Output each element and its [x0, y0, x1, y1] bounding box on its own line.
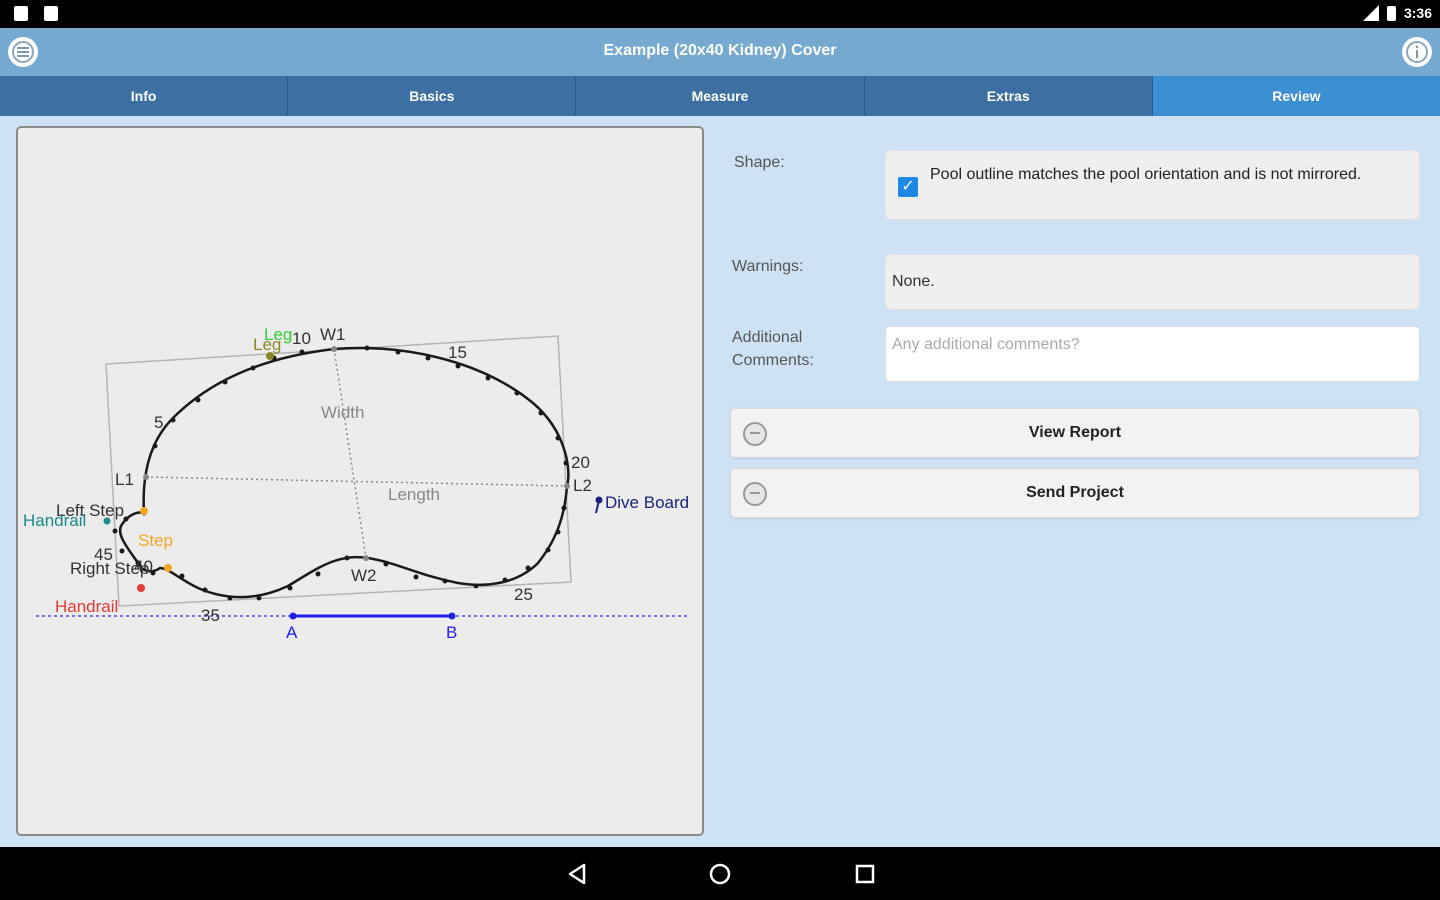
outline-vertices	[112, 345, 570, 601]
label-25: 25	[514, 585, 533, 604]
info-button[interactable]	[1402, 37, 1432, 67]
length-guide-line	[145, 476, 568, 487]
status-bar: 3:36	[0, 0, 1440, 28]
android-icon	[44, 6, 58, 21]
shape-field: ✓ Pool outline matches the pool orientat…	[885, 150, 1420, 220]
warnings-field: None.	[885, 254, 1420, 310]
view-report-button[interactable]: View Report	[730, 408, 1420, 458]
label-step: Step	[138, 531, 173, 550]
status-right: 3:36	[1362, 5, 1432, 21]
battery-icon	[1386, 5, 1396, 21]
send-project-button[interactable]: Send Project	[730, 468, 1420, 518]
shape-checkbox-text: Pool outline matches the pool orientatio…	[930, 166, 1362, 183]
label-handrail-bottom: Handrail	[55, 597, 118, 616]
label-w2: W2	[351, 566, 377, 585]
label-15: 15	[448, 343, 467, 362]
clipboard-icon	[14, 6, 28, 21]
tab-review[interactable]: Review	[1152, 76, 1440, 116]
back-icon[interactable]	[564, 861, 590, 887]
right-step-marker[interactable]	[164, 564, 172, 572]
info-icon	[1406, 41, 1428, 63]
label-20: 20	[571, 453, 590, 472]
bounding-rectangle	[105, 335, 572, 607]
label-l2: L2	[573, 476, 592, 495]
pool-outline	[118, 346, 570, 599]
send-project-label: Send Project	[1026, 484, 1124, 501]
point-b[interactable]	[448, 612, 456, 620]
home-icon[interactable]	[707, 861, 733, 887]
signal-icon	[1362, 5, 1379, 21]
tab-basics[interactable]: Basics	[288, 76, 577, 116]
warnings-label: Warnings:	[732, 258, 804, 275]
comments-label-line2: Comments:	[732, 352, 814, 369]
recents-icon[interactable]	[852, 861, 878, 887]
content-area: Leg Leg 10 W1 15 5 Width 20 L1 L2 Length…	[0, 116, 1440, 847]
point-a[interactable]	[289, 612, 297, 620]
label-l1: L1	[115, 470, 134, 489]
guide-endpoints	[143, 346, 570, 561]
tab-extras[interactable]: Extras	[864, 76, 1153, 116]
notification-icons	[14, 6, 58, 21]
pool-diagram-svg: Leg Leg 10 W1 15 5 Width 20 L1 L2 Length…	[23, 325, 690, 642]
width-guide-line	[333, 348, 367, 559]
shape-checkbox[interactable]: ✓	[898, 177, 918, 197]
shape-label: Shape:	[734, 154, 785, 171]
title-bar: Example (20x40 Kidney) Cover	[0, 28, 1440, 76]
clock: 3:36	[1403, 5, 1432, 21]
comments-label-line1: Additional	[732, 329, 803, 346]
nav-bar	[0, 847, 1440, 900]
tab-info[interactable]: Info	[0, 76, 289, 116]
label-35: 35	[201, 606, 220, 625]
pool-diagram[interactable]: Leg Leg 10 W1 15 5 Width 20 L1 L2 Length…	[16, 126, 704, 836]
label-dive-board: Dive Board	[605, 493, 689, 512]
label-b: B	[446, 623, 457, 642]
tab-bar: Info Basics Measure Extras Review	[0, 76, 1440, 116]
left-step-marker[interactable]	[140, 507, 148, 515]
label-leg-olive: Leg	[253, 335, 281, 354]
label-handrail-left: Handrail	[23, 511, 86, 530]
label-w1: W1	[320, 325, 346, 344]
label-a: A	[286, 623, 298, 642]
comments-input[interactable]	[885, 326, 1420, 382]
label-40: 40	[134, 557, 153, 576]
label-length: Length	[388, 485, 440, 504]
page-title: Example (20x40 Kidney) Cover	[603, 42, 837, 59]
label-10: 10	[292, 329, 311, 348]
view-report-label: View Report	[1028, 424, 1122, 441]
label-5: 5	[154, 413, 163, 432]
handrail-bottom-marker[interactable]	[137, 584, 145, 592]
tab-measure[interactable]: Measure	[576, 76, 865, 116]
label-width: Width	[321, 403, 364, 422]
warnings-value: None.	[892, 273, 935, 290]
